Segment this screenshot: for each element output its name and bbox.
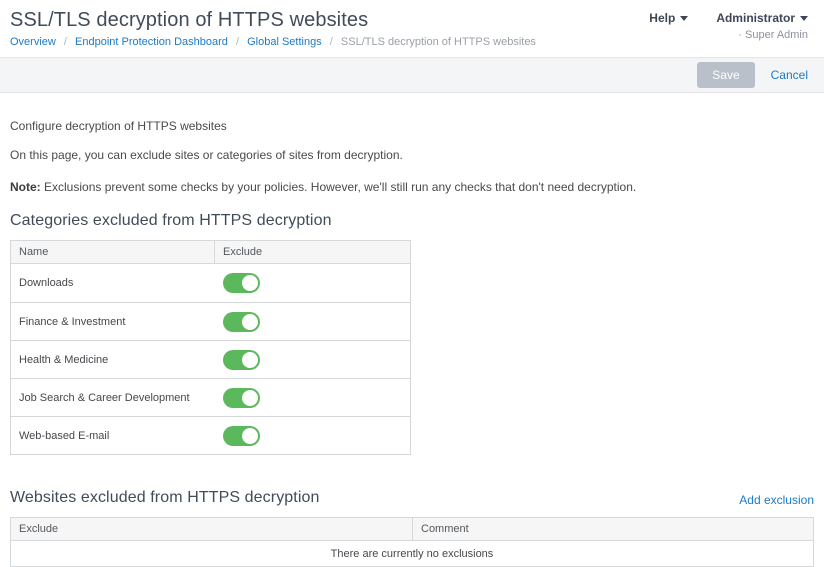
category-name: Health & Medicine bbox=[11, 354, 214, 366]
help-menu-label: Help bbox=[649, 11, 675, 25]
exclude-toggle[interactable] bbox=[223, 312, 260, 332]
column-header-exclude: Exclude bbox=[214, 241, 410, 263]
categories-table-header: Name Exclude bbox=[11, 241, 410, 264]
intro-note: Note: Exclusions prevent some checks by … bbox=[10, 180, 814, 194]
page-title: SSL/TLS decryption of HTTPS websites bbox=[10, 8, 536, 32]
chevron-down-icon bbox=[680, 16, 688, 21]
websites-section: Websites excluded from HTTPS decryption … bbox=[10, 489, 814, 567]
cancel-button[interactable]: Cancel bbox=[771, 68, 808, 82]
categories-section-title: Categories excluded from HTTPS decryptio… bbox=[10, 212, 814, 230]
action-bar: Save Cancel bbox=[0, 57, 824, 93]
intro-line-1: Configure decryption of HTTPS websites bbox=[10, 119, 814, 133]
categories-section: Categories excluded from HTTPS decryptio… bbox=[10, 212, 814, 455]
header-left: SSL/TLS decryption of HTTPS websites Ove… bbox=[10, 8, 536, 48]
websites-table: Exclude Comment There are currently no e… bbox=[10, 517, 814, 567]
administrator-menu[interactable]: Administrator bbox=[716, 11, 808, 25]
column-header-exclude: Exclude bbox=[11, 518, 412, 540]
intro-text: Configure decryption of HTTPS websites O… bbox=[10, 93, 814, 194]
breadcrumb-overview[interactable]: Overview bbox=[10, 36, 56, 48]
save-button[interactable]: Save bbox=[697, 62, 754, 88]
categories-table-body: Downloads Finance & Investment Health & … bbox=[11, 264, 410, 454]
note-text: Exclusions prevent some checks by your p… bbox=[41, 180, 637, 194]
chevron-down-icon bbox=[800, 16, 808, 21]
breadcrumb-separator: / bbox=[330, 36, 333, 48]
admin-role-label: · Super Admin bbox=[738, 29, 808, 41]
breadcrumb-global-settings[interactable]: Global Settings bbox=[247, 36, 322, 48]
websites-section-title: Websites excluded from HTTPS decryption bbox=[10, 489, 320, 507]
category-name: Web-based E-mail bbox=[11, 430, 214, 442]
exclude-toggle[interactable] bbox=[223, 388, 260, 408]
category-name: Job Search & Career Development bbox=[11, 392, 214, 404]
column-header-name: Name bbox=[11, 241, 214, 263]
breadcrumb-separator: / bbox=[236, 36, 239, 48]
breadcrumb-current-page: SSL/TLS decryption of HTTPS websites bbox=[341, 36, 536, 48]
table-row: Finance & Investment bbox=[11, 302, 410, 340]
header-right: Help Administrator · Super Admin bbox=[649, 8, 808, 41]
category-name: Finance & Investment bbox=[11, 316, 214, 328]
exclude-toggle[interactable] bbox=[223, 426, 260, 446]
add-exclusion-link[interactable]: Add exclusion bbox=[739, 493, 814, 507]
websites-table-header: Exclude Comment bbox=[11, 518, 813, 541]
empty-state-message: There are currently no exclusions bbox=[11, 541, 813, 566]
main-content: Configure decryption of HTTPS websites O… bbox=[0, 93, 824, 567]
table-row: Web-based E-mail bbox=[11, 416, 410, 454]
table-row: Job Search & Career Development bbox=[11, 378, 410, 416]
note-label: Note: bbox=[10, 180, 41, 194]
help-menu[interactable]: Help bbox=[649, 11, 688, 25]
exclude-toggle[interactable] bbox=[223, 350, 260, 370]
intro-line-2: On this page, you can exclude sites or c… bbox=[10, 148, 814, 162]
table-row: Downloads bbox=[11, 264, 410, 302]
page-header: SSL/TLS decryption of HTTPS websites Ove… bbox=[0, 0, 824, 57]
breadcrumb-separator: / bbox=[64, 36, 67, 48]
column-header-comment: Comment bbox=[412, 518, 813, 540]
exclude-toggle[interactable] bbox=[223, 273, 260, 293]
categories-table: Name Exclude Downloads Finance & Investm… bbox=[10, 240, 411, 455]
category-name: Downloads bbox=[11, 277, 214, 289]
breadcrumb-endpoint-protection-dashboard[interactable]: Endpoint Protection Dashboard bbox=[75, 36, 228, 48]
table-row: Health & Medicine bbox=[11, 340, 410, 378]
administrator-menu-label: Administrator bbox=[716, 11, 795, 25]
breadcrumb: Overview / Endpoint Protection Dashboard… bbox=[10, 36, 536, 48]
